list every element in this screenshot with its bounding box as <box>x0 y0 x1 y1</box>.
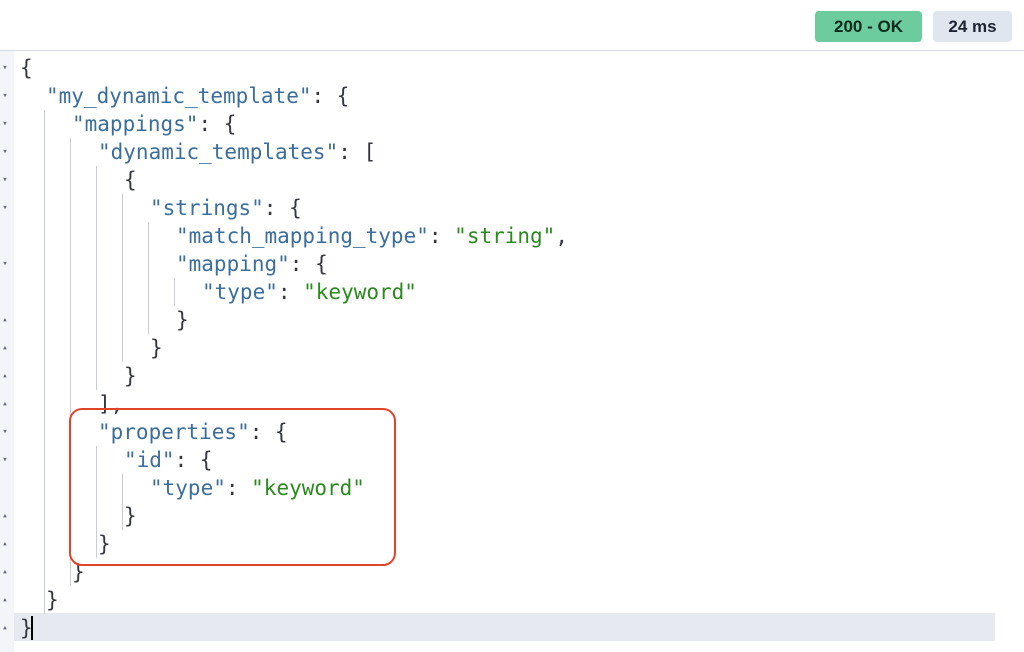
code-text: } <box>124 362 137 390</box>
json-punctuation: , <box>555 224 568 248</box>
response-toolbar: 200 - OK 24 ms <box>0 0 1024 50</box>
code-text: "mapping": { <box>176 250 328 278</box>
code-text: } <box>20 614 33 642</box>
code-text: "mappings": { <box>72 110 236 138</box>
json-punctuation: } <box>150 336 163 360</box>
code-line: ▾ "dynamic_templates": [ <box>0 138 995 166</box>
json-punctuation: } <box>46 588 59 612</box>
fold-expand-icon[interactable]: ▴ <box>1 539 9 549</box>
fold-collapse-icon[interactable]: ▾ <box>1 427 9 437</box>
fold-collapse-icon[interactable]: ▾ <box>1 455 9 465</box>
json-key: "my_dynamic_template" <box>46 84 312 108</box>
fold-collapse-icon[interactable]: ▾ <box>1 259 9 269</box>
code-text: } <box>150 334 163 362</box>
fold-collapse-icon[interactable]: ▾ <box>1 119 9 129</box>
code-line: ▴} <box>0 306 995 334</box>
code-text: { <box>20 54 33 82</box>
json-punctuation: { <box>124 168 137 192</box>
status-badge: 200 - OK <box>815 11 922 42</box>
code-text: "strings": { <box>150 194 302 222</box>
json-punctuation: } <box>176 308 189 332</box>
code-line: ▴} <box>0 334 995 362</box>
json-punctuation: : <box>428 224 455 248</box>
code-text: } <box>176 306 189 334</box>
code-text: "my_dynamic_template": { <box>46 82 349 110</box>
fold-expand-icon[interactable]: ▴ <box>1 511 9 521</box>
json-punctuation: : { <box>311 84 350 108</box>
code-line: ▴} <box>0 614 995 642</box>
code-line: ▾ "my_dynamic_template": { <box>0 82 995 110</box>
code-line: ▾{ <box>0 54 995 82</box>
fold-collapse-icon[interactable]: ▾ <box>1 175 9 185</box>
json-punctuation: : [ <box>338 140 377 164</box>
annotation-highlight-box <box>69 408 396 566</box>
code-text: "match_mapping_type": "string", <box>176 222 568 250</box>
json-key: "mapping" <box>176 252 290 276</box>
json-key: "match_mapping_type" <box>176 224 429 248</box>
code-line: ▴} <box>0 586 995 614</box>
fold-collapse-icon[interactable]: ▾ <box>1 203 9 213</box>
indent-guide <box>148 222 149 334</box>
json-key: "dynamic_templates" <box>98 140 339 164</box>
code-text: { <box>124 166 137 194</box>
code-line: ▾ "strings": { <box>0 194 995 222</box>
fold-expand-icon[interactable]: ▴ <box>1 315 9 325</box>
json-punctuation: : { <box>263 196 302 220</box>
response-time-badge: 24 ms <box>933 11 1012 42</box>
code-line: ▴} <box>0 362 995 390</box>
code-line: "type": "keyword" <box>0 278 995 306</box>
code-line: "match_mapping_type": "string", <box>0 222 995 250</box>
json-punctuation: : { <box>198 112 237 136</box>
fold-expand-icon[interactable]: ▴ <box>1 595 9 605</box>
json-punctuation: : { <box>289 252 328 276</box>
json-punctuation: } <box>20 616 33 640</box>
fold-collapse-icon[interactable]: ▾ <box>1 91 9 101</box>
json-string-value: "string" <box>454 224 556 248</box>
indent-guide <box>122 194 123 362</box>
json-key: "type" <box>202 280 278 304</box>
fold-expand-icon[interactable]: ▴ <box>1 567 9 577</box>
code-line: ▾{ <box>0 166 995 194</box>
fold-expand-icon[interactable]: ▴ <box>1 399 9 409</box>
json-key: "strings" <box>150 196 264 220</box>
fold-expand-icon[interactable]: ▴ <box>1 343 9 353</box>
fold-collapse-icon[interactable]: ▾ <box>1 147 9 157</box>
code-text: "dynamic_templates": [ <box>98 138 376 166</box>
json-punctuation: { <box>20 56 33 80</box>
fold-expand-icon[interactable]: ▴ <box>1 623 9 633</box>
code-text: "type": "keyword" <box>202 278 417 306</box>
fold-expand-icon[interactable]: ▴ <box>1 371 9 381</box>
fold-collapse-icon[interactable]: ▾ <box>1 63 9 73</box>
json-punctuation: } <box>124 364 137 388</box>
indent-guide <box>96 166 97 390</box>
indent-guide <box>174 278 175 306</box>
json-punctuation: : <box>277 280 304 304</box>
indent-guide <box>44 110 45 614</box>
json-key: "mappings" <box>72 112 199 136</box>
code-line: ▾ "mappings": { <box>0 110 995 138</box>
json-string-value: "keyword" <box>303 280 417 304</box>
code-line: ▾ "mapping": { <box>0 250 995 278</box>
code-text: } <box>46 586 59 614</box>
